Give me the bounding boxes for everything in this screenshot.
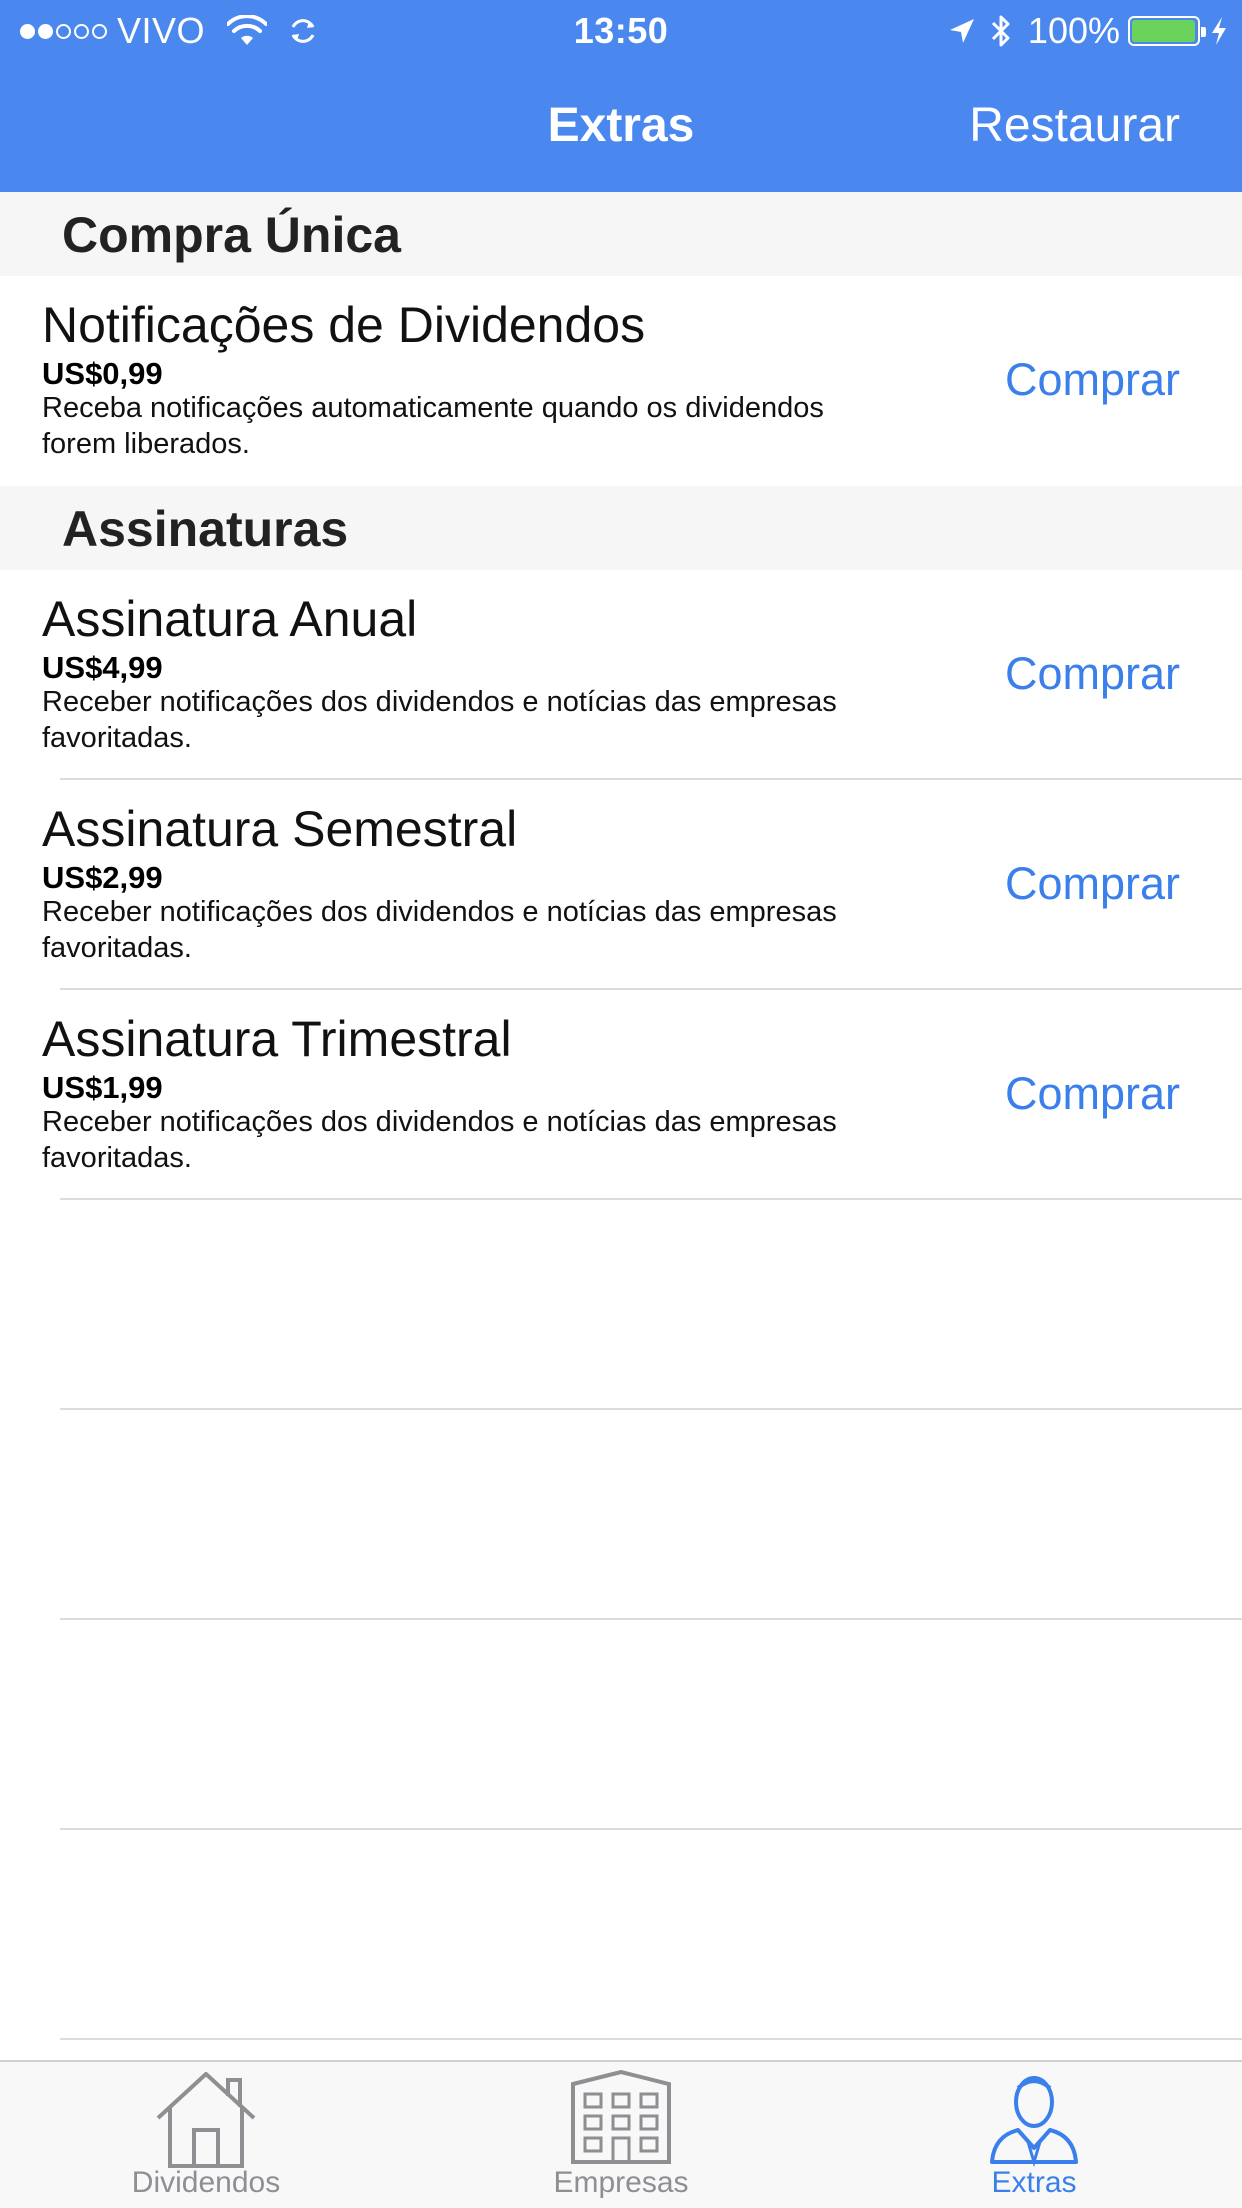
- tab-empresas[interactable]: Empresas: [521, 2062, 721, 2208]
- battery-fill: [1132, 20, 1195, 42]
- empty-row-divider: [60, 1408, 1242, 1410]
- item-title: Assinatura Semestral: [42, 801, 518, 857]
- person-icon: [990, 2076, 1078, 2168]
- location-arrow-icon: [949, 19, 974, 43]
- item-price: US$4,99: [42, 650, 163, 685]
- tab-dividendos[interactable]: Dividendos: [106, 2062, 306, 2208]
- item-description: Receber notificações dos dividendos e no…: [42, 1106, 837, 1174]
- status-bar: VIVO 13:50 100%: [0, 0, 1242, 62]
- section-header-subscriptions: Assinaturas: [0, 486, 1242, 570]
- list-item: Assinatura Semestral US$2,99 Receber not…: [0, 780, 1242, 988]
- list-item: Assinatura Trimestral US$1,99 Receber no…: [0, 990, 1242, 1198]
- screen: VIVO 13:50 100% Extras Restaurar Compra …: [0, 0, 1242, 2208]
- buy-button[interactable]: Comprar: [1005, 1068, 1180, 1120]
- item-title: Assinatura Trimestral: [42, 1011, 512, 1067]
- item-description: Receba notificações automaticamente quan…: [42, 392, 824, 460]
- item-price: US$0,99: [42, 356, 163, 391]
- item-description: Receber notificações dos dividendos e no…: [42, 896, 837, 964]
- empty-row-divider: [60, 1828, 1242, 1830]
- building-icon: [571, 2070, 671, 2164]
- tab-label: Empresas: [553, 2166, 689, 2199]
- charging-bolt-icon: [1212, 17, 1226, 45]
- item-price: US$1,99: [42, 1070, 163, 1105]
- item-title: Assinatura Anual: [42, 591, 418, 647]
- header: VIVO 13:50 100% Extras Restaurar: [0, 0, 1242, 192]
- item-price: US$2,99: [42, 860, 163, 895]
- tab-label: Dividendos: [131, 2166, 281, 2199]
- buy-button[interactable]: Comprar: [1005, 648, 1180, 700]
- row-divider: [60, 1198, 1242, 1200]
- buy-button[interactable]: Comprar: [1005, 858, 1180, 910]
- item-description: Receber notificações dos dividendos e no…: [42, 686, 837, 754]
- bluetooth-icon: [991, 15, 1010, 47]
- house-icon: [156, 2072, 256, 2168]
- empty-row-divider: [60, 1618, 1242, 1620]
- tab-bar: Dividendos Empresas Extras: [0, 2060, 1242, 2208]
- buy-button[interactable]: Comprar: [1005, 354, 1180, 406]
- empty-row-divider: [60, 2038, 1242, 2040]
- battery-percent: 100%: [1027, 10, 1120, 51]
- list-item: Assinatura Anual US$4,99 Receber notific…: [0, 570, 1242, 778]
- tab-extras[interactable]: Extras: [934, 2062, 1134, 2208]
- restore-button[interactable]: Restaurar: [969, 98, 1180, 153]
- battery-icon: [1128, 16, 1206, 46]
- section-header-one-time: Compra Única: [0, 192, 1242, 276]
- tab-label: Extras: [991, 2166, 1077, 2199]
- battery-tip: [1201, 27, 1206, 37]
- section-title: Assinaturas: [62, 501, 349, 557]
- item-title: Notificações de Dividendos: [42, 297, 646, 353]
- section-title: Compra Única: [62, 207, 401, 263]
- list-item: Notificações de Dividendos US$0,99 Receb…: [0, 276, 1242, 486]
- status-right: 100%: [948, 10, 1228, 52]
